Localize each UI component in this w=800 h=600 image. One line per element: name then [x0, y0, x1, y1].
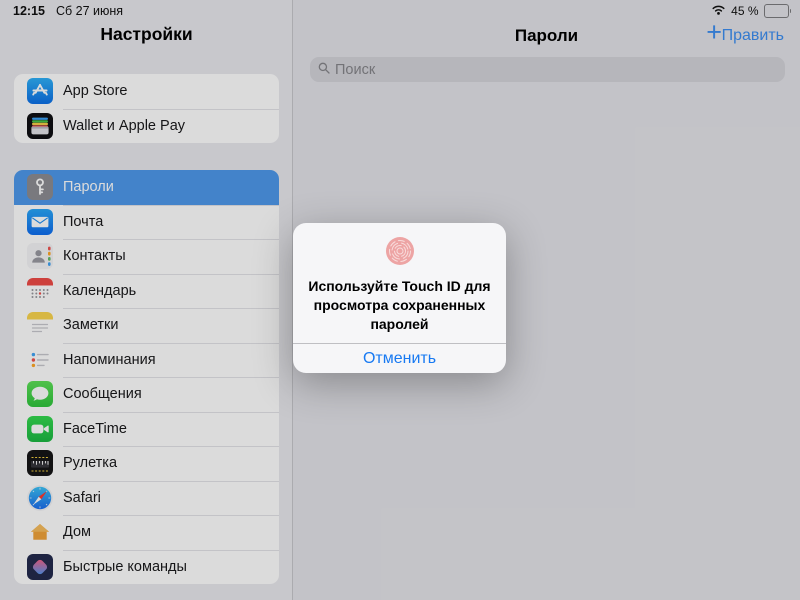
touchid-fingerprint-icon: [293, 236, 506, 271]
touchid-dialog: Используйте Touch ID для просмотра сохра…: [293, 223, 506, 373]
cancel-button[interactable]: Отменить: [293, 344, 506, 373]
ipad-settings-screen: 12:15 Сб 27 июня Настройки App Store Wal…: [0, 0, 800, 600]
dialog-message: Используйте Touch ID для просмотра сохра…: [308, 278, 491, 332]
